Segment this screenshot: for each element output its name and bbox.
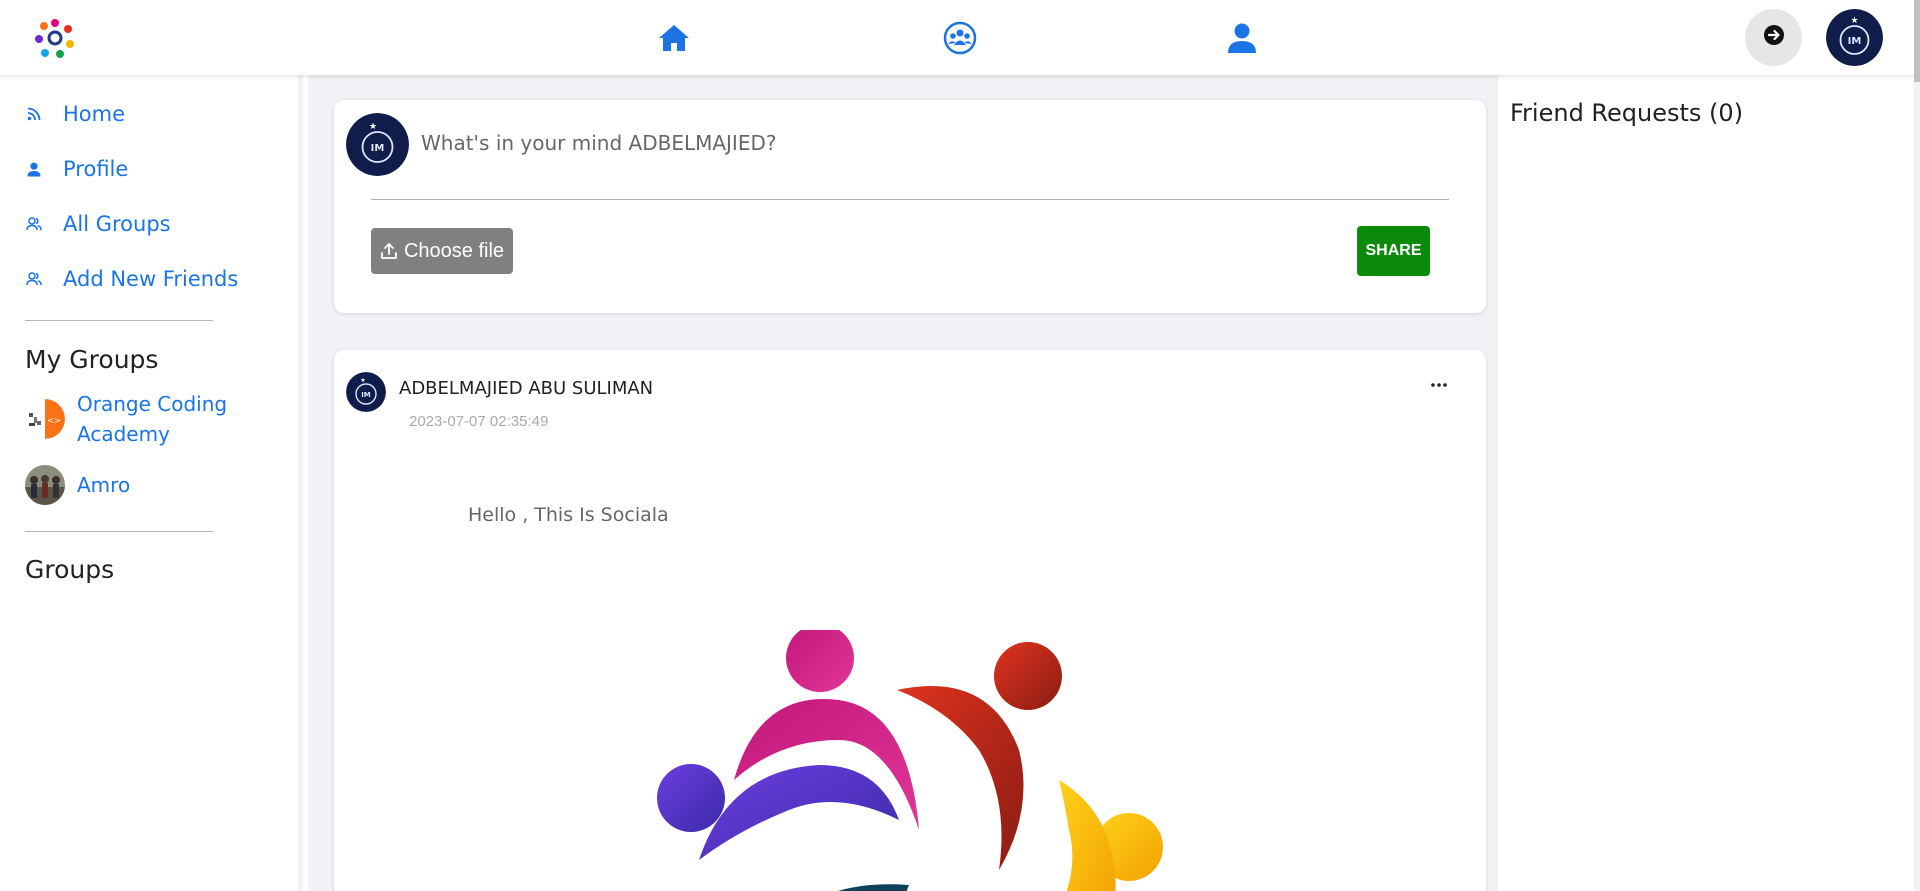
- sidebar-divider: [25, 531, 213, 532]
- rss-icon: [25, 105, 43, 123]
- sidebar-item-add-new-friends[interactable]: Add New Friends: [25, 264, 238, 294]
- choose-file-button[interactable]: Choose file: [371, 228, 513, 274]
- post-card: IM ★ ADBELMAJIED ABU SULIMAN 2023-07-07 …: [334, 350, 1486, 891]
- page-scrollbar[interactable]: [1914, 0, 1920, 891]
- post-image: [639, 630, 1199, 891]
- scrollbar-thumb[interactable]: [1914, 0, 1920, 82]
- svg-text:IM: IM: [361, 391, 371, 399]
- nav-home-icon[interactable]: [656, 20, 692, 56]
- svg-text:★: ★: [1850, 16, 1858, 26]
- choose-file-label: Choose file: [403, 239, 505, 262]
- sidebar-item-profile[interactable]: Profile: [25, 154, 128, 184]
- share-button[interactable]: SHARE: [1357, 226, 1430, 276]
- user-icon: [25, 160, 43, 178]
- sidebar-item-all-groups[interactable]: All Groups: [25, 209, 171, 239]
- nav-profile-icon[interactable]: [1224, 20, 1260, 56]
- my-groups-heading: My Groups: [25, 345, 159, 374]
- top-navbar: IM ★: [0, 0, 1920, 75]
- group-name: Orange Coding Academy: [77, 392, 228, 446]
- svg-text:<>: <>: [47, 416, 60, 425]
- composer-divider: [371, 199, 1449, 200]
- svg-text:★: ★: [360, 377, 365, 384]
- sidebar-item-label: Home: [63, 102, 126, 126]
- sidebar-item-home[interactable]: Home: [25, 99, 125, 129]
- logout-button[interactable]: [1745, 9, 1802, 66]
- post-timestamp: 2023-07-07 02:35:49: [409, 413, 549, 430]
- left-sidebar: Home Profile All Groups Add New Friends …: [0, 75, 303, 891]
- group-name: Amro: [77, 473, 131, 497]
- nav-groups-icon[interactable]: [942, 20, 978, 56]
- svg-text:IM: IM: [1848, 36, 1862, 47]
- post-text-input[interactable]: [421, 128, 1461, 158]
- sidebar-item-label: Add New Friends: [63, 267, 239, 291]
- sociala-logo[interactable]: [32, 15, 78, 61]
- groups-heading: Groups: [25, 555, 115, 584]
- logout-icon: [1763, 24, 1785, 51]
- my-group-item[interactable]: Amro: [25, 465, 130, 505]
- my-group-item[interactable]: <> Orange Coding Academy: [25, 389, 257, 449]
- sidebar-item-label: All Groups: [63, 212, 171, 236]
- post-composer: IM ★ Choose file SHARE: [334, 100, 1486, 313]
- right-sidebar: Friend Requests (0): [1498, 75, 1914, 891]
- users-icon: [25, 215, 43, 233]
- svg-text:IM: IM: [371, 143, 385, 154]
- post-text: Hello , This Is Sociala: [468, 504, 669, 526]
- post-options-icon[interactable]: [1424, 370, 1454, 400]
- users-icon: [25, 270, 43, 288]
- post-author-name[interactable]: ADBELMAJIED ABU SULIMAN: [399, 378, 653, 399]
- post-author-avatar[interactable]: IM ★: [346, 372, 386, 412]
- sidebar-item-label: Profile: [63, 157, 129, 181]
- upload-icon: [380, 242, 398, 260]
- friend-requests-title: Friend Requests (0): [1510, 99, 1744, 127]
- group-thumbnail: <>: [25, 399, 65, 439]
- group-thumbnail: [25, 465, 65, 505]
- composer-avatar: IM ★: [346, 113, 409, 176]
- svg-text:★: ★: [369, 122, 377, 132]
- user-avatar[interactable]: IM ★: [1826, 9, 1883, 66]
- sidebar-divider: [25, 320, 213, 321]
